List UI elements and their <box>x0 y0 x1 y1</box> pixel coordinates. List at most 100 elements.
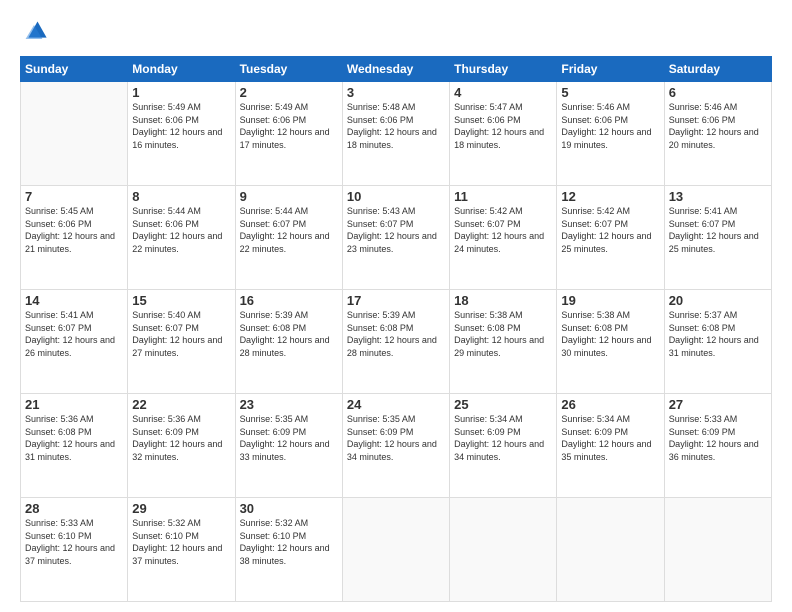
calendar-cell: 26 Sunrise: 5:34 AM Sunset: 6:09 PM Dayl… <box>557 394 664 498</box>
day-number: 22 <box>132 397 230 412</box>
day-info: Sunrise: 5:41 AM Sunset: 6:07 PM Dayligh… <box>25 309 123 359</box>
calendar-cell: 9 Sunrise: 5:44 AM Sunset: 6:07 PM Dayli… <box>235 186 342 290</box>
calendar-cell: 19 Sunrise: 5:38 AM Sunset: 6:08 PM Dayl… <box>557 290 664 394</box>
calendar-cell: 16 Sunrise: 5:39 AM Sunset: 6:08 PM Dayl… <box>235 290 342 394</box>
day-info: Sunrise: 5:44 AM Sunset: 6:06 PM Dayligh… <box>132 205 230 255</box>
day-info: Sunrise: 5:32 AM Sunset: 6:10 PM Dayligh… <box>240 517 338 567</box>
calendar-cell: 29 Sunrise: 5:32 AM Sunset: 6:10 PM Dayl… <box>128 498 235 602</box>
calendar-cell: 17 Sunrise: 5:39 AM Sunset: 6:08 PM Dayl… <box>342 290 449 394</box>
day-info: Sunrise: 5:34 AM Sunset: 6:09 PM Dayligh… <box>561 413 659 463</box>
weekday-header-monday: Monday <box>128 57 235 82</box>
calendar-cell: 13 Sunrise: 5:41 AM Sunset: 6:07 PM Dayl… <box>664 186 771 290</box>
calendar-cell <box>21 82 128 186</box>
day-info: Sunrise: 5:35 AM Sunset: 6:09 PM Dayligh… <box>240 413 338 463</box>
weekday-header-wednesday: Wednesday <box>342 57 449 82</box>
calendar-cell: 14 Sunrise: 5:41 AM Sunset: 6:07 PM Dayl… <box>21 290 128 394</box>
calendar-cell <box>342 498 449 602</box>
day-number: 15 <box>132 293 230 308</box>
day-info: Sunrise: 5:35 AM Sunset: 6:09 PM Dayligh… <box>347 413 445 463</box>
calendar-cell: 18 Sunrise: 5:38 AM Sunset: 6:08 PM Dayl… <box>450 290 557 394</box>
calendar-cell: 24 Sunrise: 5:35 AM Sunset: 6:09 PM Dayl… <box>342 394 449 498</box>
week-row-0: 1 Sunrise: 5:49 AM Sunset: 6:06 PM Dayli… <box>21 82 772 186</box>
day-number: 3 <box>347 85 445 100</box>
calendar-cell <box>557 498 664 602</box>
calendar-cell: 8 Sunrise: 5:44 AM Sunset: 6:06 PM Dayli… <box>128 186 235 290</box>
day-number: 26 <box>561 397 659 412</box>
day-number: 4 <box>454 85 552 100</box>
day-info: Sunrise: 5:46 AM Sunset: 6:06 PM Dayligh… <box>669 101 767 151</box>
day-number: 11 <box>454 189 552 204</box>
day-info: Sunrise: 5:36 AM Sunset: 6:09 PM Dayligh… <box>132 413 230 463</box>
day-number: 19 <box>561 293 659 308</box>
day-info: Sunrise: 5:33 AM Sunset: 6:09 PM Dayligh… <box>669 413 767 463</box>
calendar-body: 1 Sunrise: 5:49 AM Sunset: 6:06 PM Dayli… <box>21 82 772 602</box>
day-info: Sunrise: 5:49 AM Sunset: 6:06 PM Dayligh… <box>240 101 338 151</box>
calendar-cell: 28 Sunrise: 5:33 AM Sunset: 6:10 PM Dayl… <box>21 498 128 602</box>
day-number: 24 <box>347 397 445 412</box>
day-number: 14 <box>25 293 123 308</box>
calendar-cell: 22 Sunrise: 5:36 AM Sunset: 6:09 PM Dayl… <box>128 394 235 498</box>
day-info: Sunrise: 5:33 AM Sunset: 6:10 PM Dayligh… <box>25 517 123 567</box>
day-info: Sunrise: 5:40 AM Sunset: 6:07 PM Dayligh… <box>132 309 230 359</box>
day-info: Sunrise: 5:39 AM Sunset: 6:08 PM Dayligh… <box>347 309 445 359</box>
day-info: Sunrise: 5:39 AM Sunset: 6:08 PM Dayligh… <box>240 309 338 359</box>
day-info: Sunrise: 5:34 AM Sunset: 6:09 PM Dayligh… <box>454 413 552 463</box>
day-number: 18 <box>454 293 552 308</box>
day-number: 9 <box>240 189 338 204</box>
calendar-cell: 1 Sunrise: 5:49 AM Sunset: 6:06 PM Dayli… <box>128 82 235 186</box>
day-info: Sunrise: 5:43 AM Sunset: 6:07 PM Dayligh… <box>347 205 445 255</box>
day-number: 28 <box>25 501 123 516</box>
day-info: Sunrise: 5:38 AM Sunset: 6:08 PM Dayligh… <box>561 309 659 359</box>
day-info: Sunrise: 5:47 AM Sunset: 6:06 PM Dayligh… <box>454 101 552 151</box>
day-number: 29 <box>132 501 230 516</box>
day-number: 12 <box>561 189 659 204</box>
calendar-cell: 6 Sunrise: 5:46 AM Sunset: 6:06 PM Dayli… <box>664 82 771 186</box>
day-info: Sunrise: 5:48 AM Sunset: 6:06 PM Dayligh… <box>347 101 445 151</box>
day-number: 30 <box>240 501 338 516</box>
calendar-cell: 30 Sunrise: 5:32 AM Sunset: 6:10 PM Dayl… <box>235 498 342 602</box>
weekday-header-thursday: Thursday <box>450 57 557 82</box>
day-number: 5 <box>561 85 659 100</box>
day-info: Sunrise: 5:32 AM Sunset: 6:10 PM Dayligh… <box>132 517 230 567</box>
logo-icon <box>20 18 48 46</box>
weekday-header-friday: Friday <box>557 57 664 82</box>
calendar-cell: 12 Sunrise: 5:42 AM Sunset: 6:07 PM Dayl… <box>557 186 664 290</box>
calendar-cell: 11 Sunrise: 5:42 AM Sunset: 6:07 PM Dayl… <box>450 186 557 290</box>
logo <box>20 18 50 46</box>
day-info: Sunrise: 5:49 AM Sunset: 6:06 PM Dayligh… <box>132 101 230 151</box>
calendar-cell: 5 Sunrise: 5:46 AM Sunset: 6:06 PM Dayli… <box>557 82 664 186</box>
day-info: Sunrise: 5:41 AM Sunset: 6:07 PM Dayligh… <box>669 205 767 255</box>
week-row-2: 14 Sunrise: 5:41 AM Sunset: 6:07 PM Dayl… <box>21 290 772 394</box>
calendar-cell: 20 Sunrise: 5:37 AM Sunset: 6:08 PM Dayl… <box>664 290 771 394</box>
week-row-1: 7 Sunrise: 5:45 AM Sunset: 6:06 PM Dayli… <box>21 186 772 290</box>
calendar-cell: 7 Sunrise: 5:45 AM Sunset: 6:06 PM Dayli… <box>21 186 128 290</box>
day-info: Sunrise: 5:45 AM Sunset: 6:06 PM Dayligh… <box>25 205 123 255</box>
day-number: 6 <box>669 85 767 100</box>
day-number: 13 <box>669 189 767 204</box>
calendar-cell <box>450 498 557 602</box>
weekday-header-row: SundayMondayTuesdayWednesdayThursdayFrid… <box>21 57 772 82</box>
day-number: 27 <box>669 397 767 412</box>
day-info: Sunrise: 5:42 AM Sunset: 6:07 PM Dayligh… <box>454 205 552 255</box>
day-info: Sunrise: 5:44 AM Sunset: 6:07 PM Dayligh… <box>240 205 338 255</box>
day-number: 17 <box>347 293 445 308</box>
calendar-cell: 21 Sunrise: 5:36 AM Sunset: 6:08 PM Dayl… <box>21 394 128 498</box>
calendar-cell: 10 Sunrise: 5:43 AM Sunset: 6:07 PM Dayl… <box>342 186 449 290</box>
day-number: 21 <box>25 397 123 412</box>
calendar-cell <box>664 498 771 602</box>
calendar-cell: 15 Sunrise: 5:40 AM Sunset: 6:07 PM Dayl… <box>128 290 235 394</box>
day-info: Sunrise: 5:42 AM Sunset: 6:07 PM Dayligh… <box>561 205 659 255</box>
calendar-cell: 4 Sunrise: 5:47 AM Sunset: 6:06 PM Dayli… <box>450 82 557 186</box>
header <box>20 18 772 46</box>
calendar-table: SundayMondayTuesdayWednesdayThursdayFrid… <box>20 56 772 602</box>
week-row-4: 28 Sunrise: 5:33 AM Sunset: 6:10 PM Dayl… <box>21 498 772 602</box>
weekday-header-saturday: Saturday <box>664 57 771 82</box>
calendar-cell: 23 Sunrise: 5:35 AM Sunset: 6:09 PM Dayl… <box>235 394 342 498</box>
day-number: 10 <box>347 189 445 204</box>
weekday-header-sunday: Sunday <box>21 57 128 82</box>
day-number: 16 <box>240 293 338 308</box>
day-number: 20 <box>669 293 767 308</box>
day-number: 2 <box>240 85 338 100</box>
day-info: Sunrise: 5:37 AM Sunset: 6:08 PM Dayligh… <box>669 309 767 359</box>
weekday-header-tuesday: Tuesday <box>235 57 342 82</box>
